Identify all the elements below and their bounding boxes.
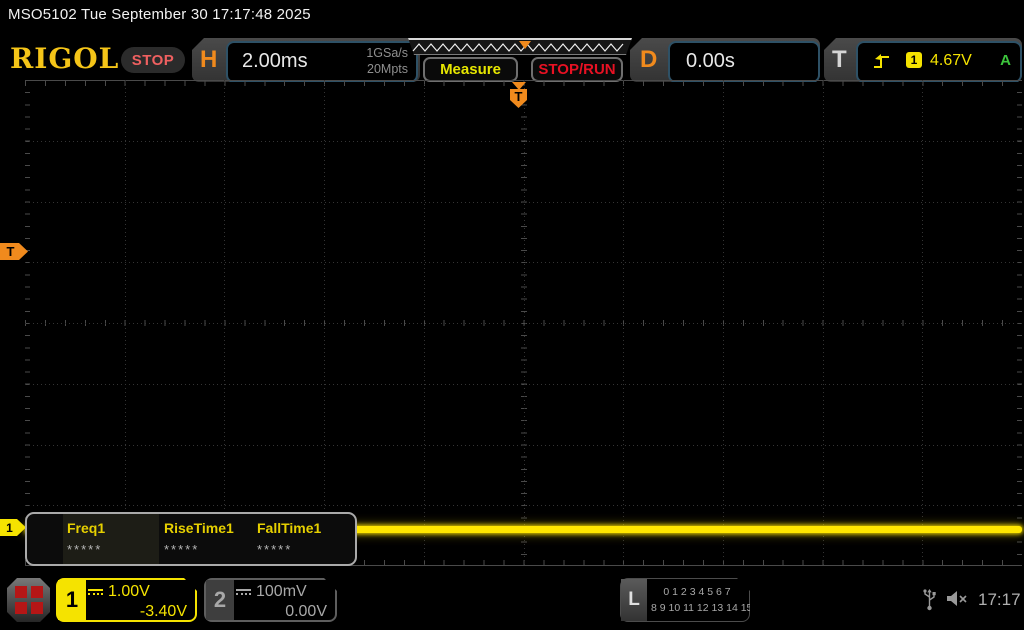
horizontal-label: H xyxy=(200,46,218,73)
grid-line-horizontal xyxy=(25,262,1022,264)
graticule xyxy=(25,80,1022,566)
sample-rate-memdepth: 1GSa/s 20Mpts xyxy=(366,45,408,77)
channel1-status-block[interactable]: 1 1.00V -3.40V xyxy=(56,578,197,622)
memory-depth: 20Mpts xyxy=(367,62,408,76)
measurement-value: ***** xyxy=(257,542,293,557)
measure-button[interactable]: Measure xyxy=(423,57,518,82)
grid-line-horizontal xyxy=(25,383,1022,385)
grid-line-horizontal xyxy=(25,201,1022,203)
trigger-settings-block[interactable]: T 1 4.67V A xyxy=(824,38,1022,82)
channel1-offset: -3.40V xyxy=(139,603,187,620)
measurement-value: ***** xyxy=(67,542,103,557)
measurement-item: FallTime1 ***** xyxy=(257,520,321,557)
titlebar-text: MSO5102 Tue September 30 17:17:48 2025 xyxy=(8,6,311,23)
timebase-value: 2.00ms xyxy=(242,50,308,72)
logic-row-1: 0 1 2 3 4 5 6 7 xyxy=(663,586,731,598)
trigger-label: T xyxy=(832,46,847,73)
measurement-label: Freq1 xyxy=(67,520,106,536)
sample-rate: 1GSa/s xyxy=(366,46,408,60)
channel2-scale: 100mV xyxy=(256,583,307,600)
channel2-number-tab: 2 xyxy=(206,580,234,620)
rigol-logo: RIGOL xyxy=(10,42,120,75)
dc-coupling-icon xyxy=(88,589,103,599)
trigger-level-marker[interactable]: T xyxy=(0,243,28,260)
trigger-source-badge: 1 xyxy=(906,52,922,68)
menu-grid-button[interactable] xyxy=(7,578,50,622)
channel1-values: 1.00V -3.40V xyxy=(88,582,187,622)
measurement-item: RiseTime1 ***** xyxy=(164,520,234,557)
trigger-position-marker[interactable]: T xyxy=(510,82,527,108)
trigger-position-tag: T xyxy=(510,89,527,108)
trigger-valuebox[interactable]: 1 4.67V A xyxy=(856,41,1022,82)
menu-grid-icon xyxy=(13,584,45,616)
delay-label: D xyxy=(640,46,658,73)
horizontal-settings-block[interactable]: H 2.00ms 1GSa/s 20Mpts xyxy=(192,38,420,82)
measurement-label: FallTime1 xyxy=(257,520,322,536)
measurement-value: ***** xyxy=(164,542,200,557)
grid-line-horizontal xyxy=(25,505,1022,507)
channel2-values: 100mV 0.00V xyxy=(236,582,327,622)
channel1-position-marker[interactable]: 1 xyxy=(0,519,26,536)
preview-trigger-marker-icon xyxy=(519,41,531,49)
channel2-offset: 0.00V xyxy=(285,603,327,620)
oscilloscope-screen: MSO5102 Tue September 30 17:17:48 2025 R… xyxy=(0,0,1024,630)
waveform-memory-preview[interactable] xyxy=(408,38,632,55)
trigger-position-triangle-icon xyxy=(511,82,526,90)
channel1-number-tab: 1 xyxy=(58,580,86,620)
channel1-scale: 1.00V xyxy=(108,583,150,600)
grid-line-horizontal xyxy=(25,140,1022,142)
speaker-muted-icon[interactable] xyxy=(946,590,970,608)
clock: 17:17 xyxy=(978,590,1021,609)
logic-row-2: 8 9 10 11 12 13 14 15 xyxy=(651,602,753,614)
measurement-label: RiseTime1 xyxy=(164,520,234,536)
delay-settings-block[interactable]: D 0.00s xyxy=(630,38,820,82)
delay-value: 0.00s xyxy=(686,50,735,72)
delay-valuebox[interactable]: 0.00s xyxy=(668,41,820,82)
rising-edge-trigger-icon xyxy=(874,54,889,68)
stop-run-button[interactable]: STOP/RUN xyxy=(531,57,623,82)
grid-line-horizontal xyxy=(25,323,1022,324)
trigger-level-value: 4.67V xyxy=(930,52,972,69)
channel2-status-block[interactable]: 2 100mV 0.00V xyxy=(204,578,337,622)
logic-analyzer-tab: L xyxy=(621,579,647,621)
acquisition-status-badge: STOP xyxy=(121,47,185,73)
usb-icon xyxy=(923,589,936,611)
dc-coupling-icon xyxy=(236,589,251,599)
trigger-sweep-mode: A xyxy=(1000,52,1011,69)
measurement-item: Freq1 ***** xyxy=(67,520,105,557)
timebase-valuebox[interactable]: 2.00ms 1GSa/s 20Mpts xyxy=(226,41,418,82)
grid-line-horizontal xyxy=(25,444,1022,446)
measurement-results-popup[interactable]: Freq1 ***** RiseTime1 ***** FallTime1 **… xyxy=(25,512,357,566)
logic-analyzer-block[interactable]: L 0 1 2 3 4 5 6 7 8 9 10 11 12 13 14 15 xyxy=(620,578,750,622)
logic-channel-numbers: 0 1 2 3 4 5 6 7 8 9 10 11 12 13 14 15 xyxy=(651,584,743,616)
